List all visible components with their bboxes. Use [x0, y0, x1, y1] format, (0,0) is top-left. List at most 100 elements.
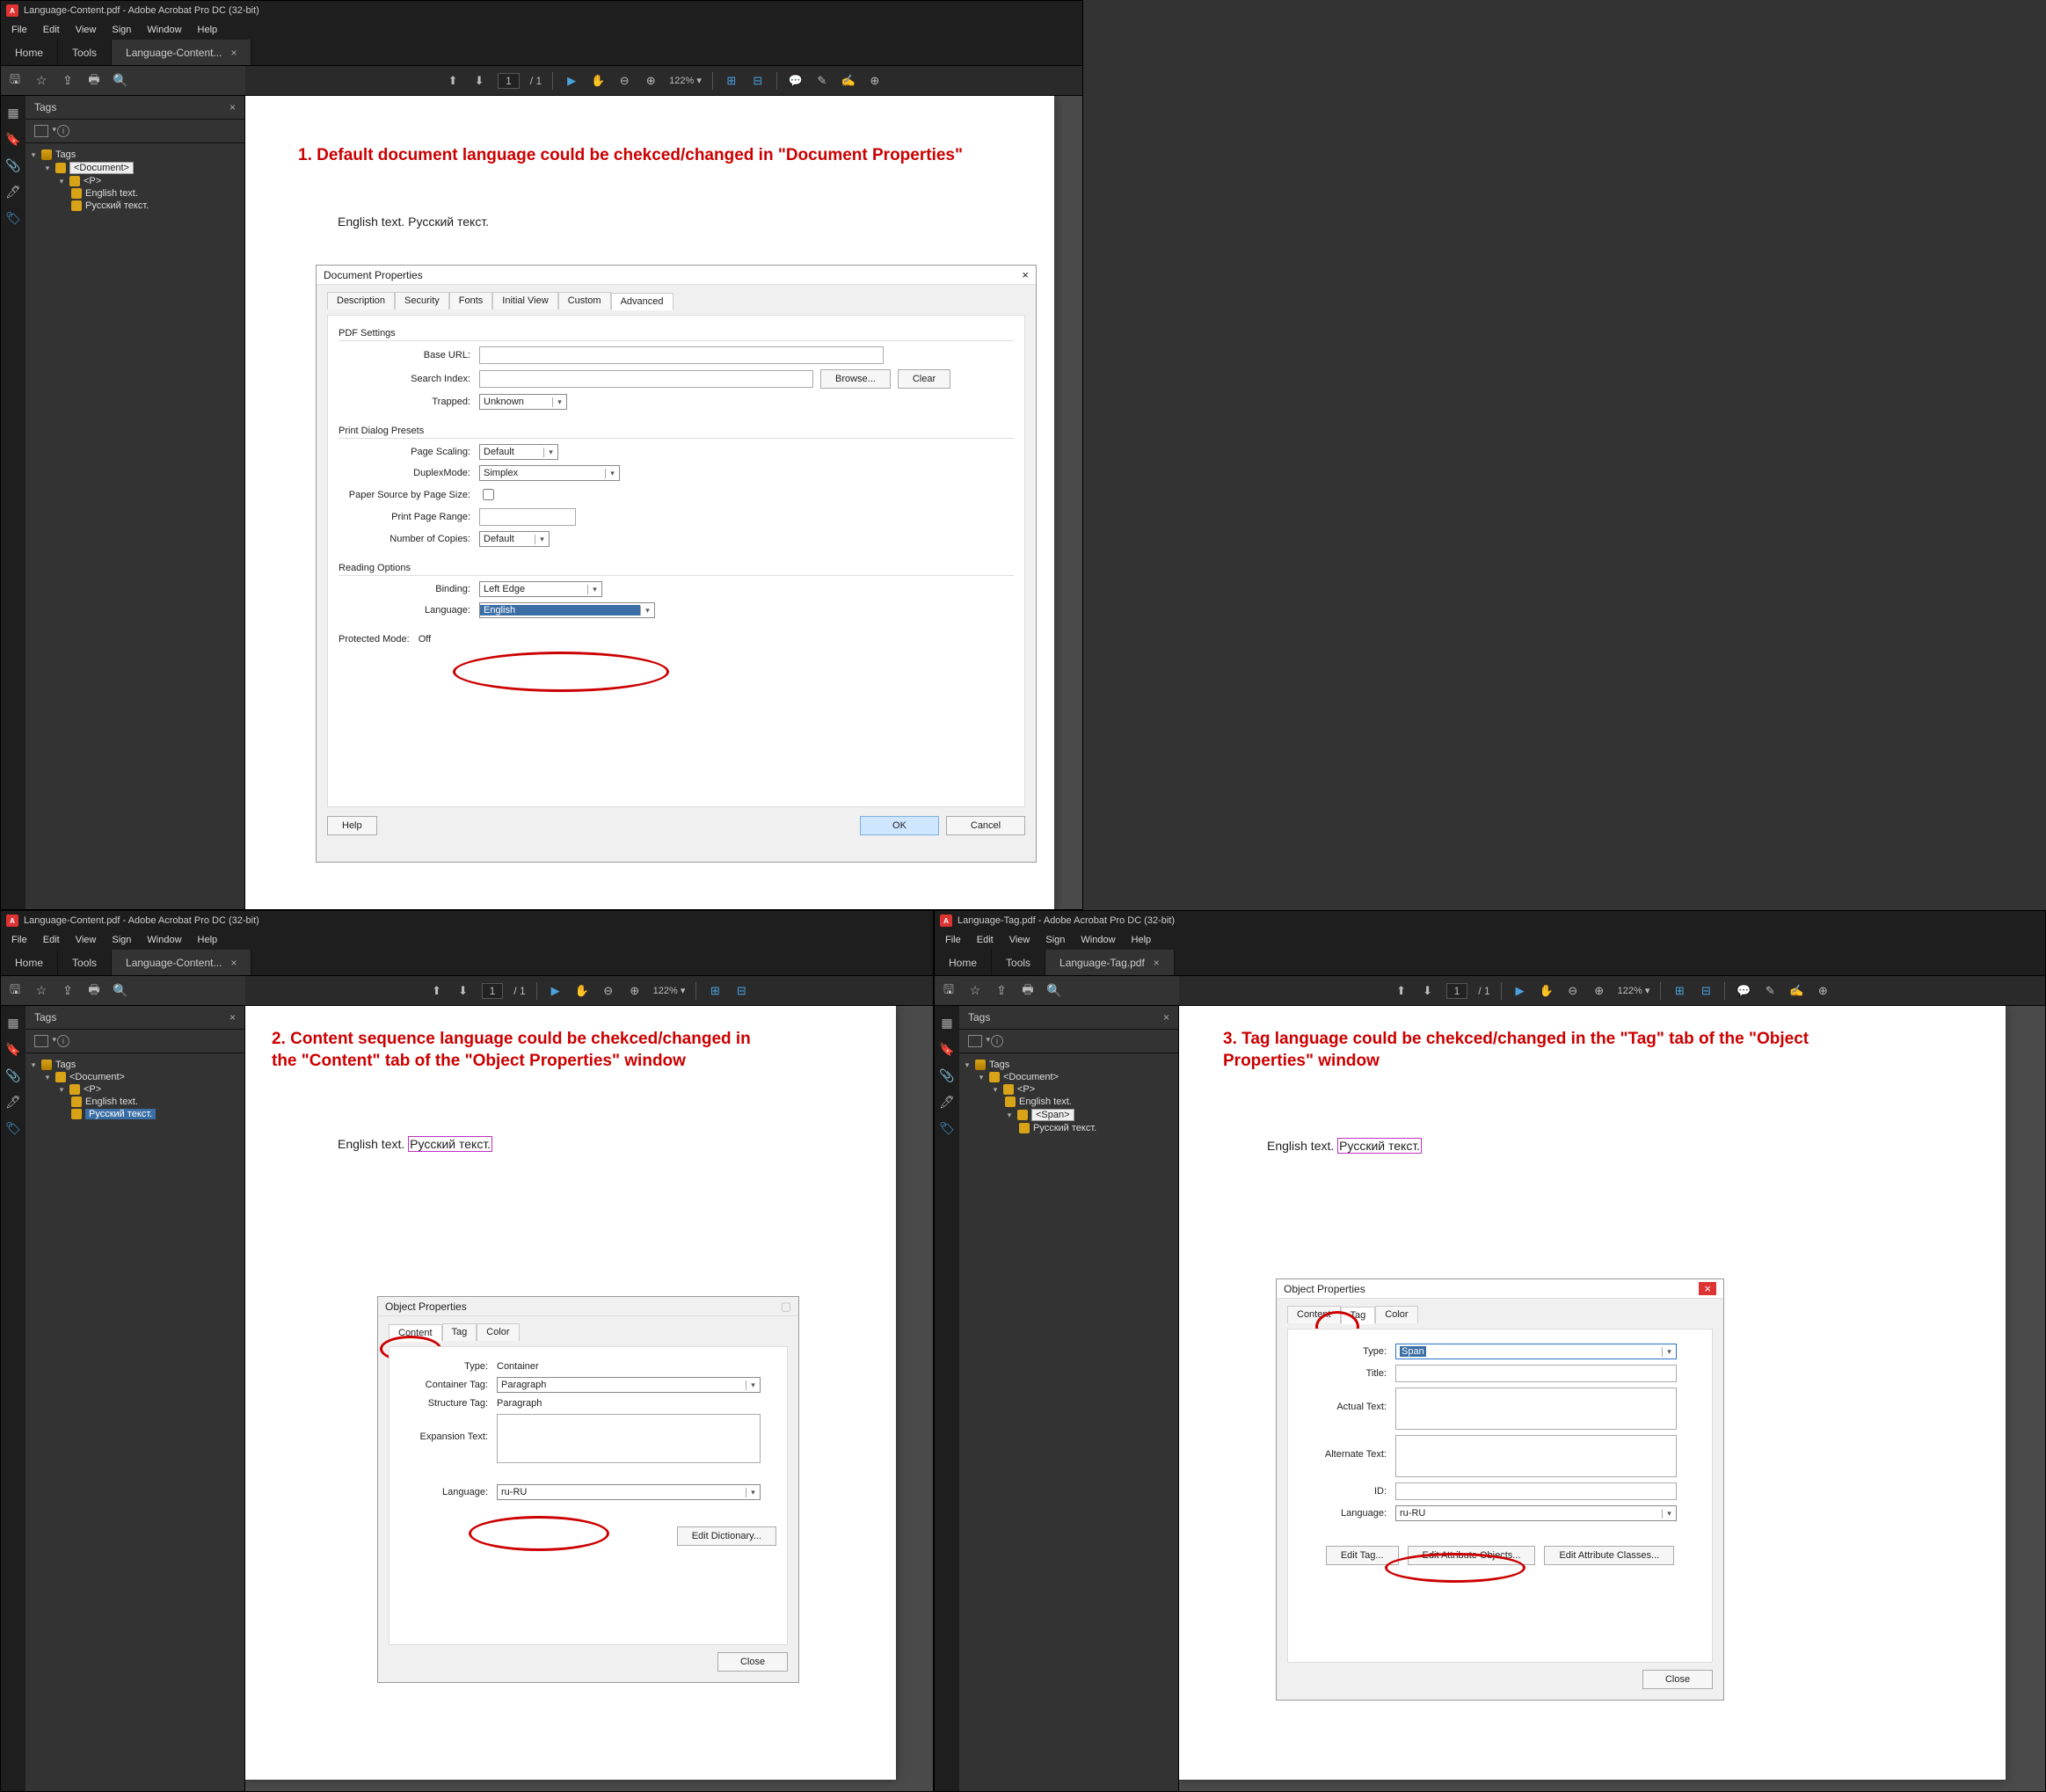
thumbnails-icon[interactable]: ▦	[5, 105, 21, 120]
tree-document[interactable]: <Document>	[69, 162, 134, 174]
menu-view[interactable]: View	[1002, 933, 1038, 947]
panel-close-icon[interactable]: ×	[229, 101, 236, 113]
panel-options-icon[interactable]	[34, 125, 48, 137]
tab-close-icon[interactable]: ×	[1154, 957, 1160, 969]
dialog-close-icon[interactable]: ×	[1699, 1282, 1716, 1295]
tab-tools[interactable]: Tools	[58, 40, 112, 65]
menu-sign[interactable]: Sign	[105, 23, 138, 37]
attachments-icon[interactable]: 📎	[5, 157, 21, 173]
reading-order-icon[interactable]: ⊞	[724, 73, 739, 89]
zoom-in-icon[interactable]: ⊕	[643, 73, 659, 89]
tab-custom[interactable]: Custom	[558, 292, 611, 310]
tree-root[interactable]: Tags	[55, 1060, 76, 1070]
stamp-icon[interactable]: ⊕	[867, 73, 883, 89]
tree-root[interactable]: Tags	[55, 149, 76, 160]
zoom-out-icon[interactable]: ⊖	[1565, 983, 1581, 999]
tag-tool-icon[interactable]: ⊟	[1698, 983, 1714, 999]
input-page-range[interactable]	[479, 508, 576, 526]
tab-home[interactable]: Home	[935, 950, 992, 975]
thumbnails-icon[interactable]: ▦	[939, 1015, 955, 1031]
tab-color[interactable]: Color	[477, 1323, 519, 1341]
highlight-icon[interactable]: ✎	[814, 73, 830, 89]
bookmarks-icon[interactable]: 🔖	[5, 1041, 21, 1057]
select-trapped[interactable]: Unknown▾	[479, 394, 567, 410]
ok-button[interactable]: OK	[860, 816, 939, 835]
zoom-out-icon[interactable]: ⊖	[601, 983, 616, 999]
select-page-scaling[interactable]: Default▾	[479, 444, 558, 460]
tab-description[interactable]: Description	[327, 292, 395, 310]
select-container-tag[interactable]: Paragraph▾	[497, 1377, 761, 1393]
menu-view[interactable]: View	[69, 23, 104, 37]
tab-home[interactable]: Home	[1, 40, 58, 65]
save-icon[interactable]: 🖫	[942, 984, 956, 998]
cancel-button[interactable]: Cancel	[946, 816, 1025, 835]
page-number[interactable]: 1	[482, 983, 504, 999]
tree-leaf-selected[interactable]: Русский текст.	[85, 1109, 156, 1119]
print-icon[interactable]: 🖶	[1021, 984, 1035, 998]
menu-help[interactable]: Help	[1125, 933, 1159, 947]
tags-icon[interactable]: 🏷	[5, 210, 21, 226]
page-down-icon[interactable]: ⬇	[1420, 983, 1436, 999]
page-number[interactable]: 1	[498, 73, 520, 89]
browse-button[interactable]: Browse...	[820, 369, 891, 389]
tree-span-selected[interactable]: <Span>	[1031, 1109, 1074, 1121]
hand-tool-icon[interactable]: ✋	[590, 73, 606, 89]
menu-help[interactable]: Help	[191, 933, 225, 947]
tab-document[interactable]: Language-Content...×	[112, 950, 251, 975]
panel-info-icon[interactable]: i	[991, 1035, 1003, 1047]
tab-fonts[interactable]: Fonts	[449, 292, 493, 310]
menu-edit[interactable]: Edit	[970, 933, 1001, 947]
page-up-icon[interactable]: ⬆	[1394, 983, 1409, 999]
zoom-in-icon[interactable]: ⊕	[1591, 983, 1607, 999]
attachments-icon[interactable]: 📎	[939, 1067, 955, 1083]
share-icon[interactable]: ⇪	[61, 74, 75, 88]
sign-icon[interactable]: ✍	[1788, 983, 1804, 999]
highlight-icon[interactable]: ✎	[1762, 983, 1778, 999]
tree-leaf[interactable]: English text.	[1019, 1096, 1072, 1107]
help-button[interactable]: Help	[327, 816, 377, 835]
search-icon[interactable]: 🔍	[113, 984, 127, 998]
signatures-icon[interactable]: 🖊	[5, 184, 21, 200]
edit-dictionary-button[interactable]: Edit Dictionary...	[677, 1526, 776, 1546]
tab-advanced[interactable]: Advanced	[611, 293, 674, 310]
select-language[interactable]: ru-RU▾	[497, 1484, 761, 1500]
select-tool-icon[interactable]: ▶	[548, 983, 564, 999]
menu-file[interactable]: File	[4, 23, 34, 37]
menu-edit[interactable]: Edit	[36, 23, 67, 37]
search-icon[interactable]: 🔍	[113, 74, 127, 88]
zoom-level[interactable]: 122% ▾	[669, 75, 702, 86]
print-icon[interactable]: 🖶	[87, 984, 101, 998]
zoom-in-icon[interactable]: ⊕	[627, 983, 643, 999]
page-number[interactable]: 1	[1446, 983, 1468, 999]
panel-close-icon[interactable]: ×	[229, 1011, 236, 1023]
zoom-level[interactable]: 122% ▾	[653, 985, 686, 996]
tree-document[interactable]: <Document>	[1003, 1072, 1059, 1082]
menu-help[interactable]: Help	[191, 23, 225, 37]
comment-icon[interactable]: 💬	[788, 73, 804, 89]
tab-security[interactable]: Security	[395, 292, 449, 310]
tree-root[interactable]: Tags	[989, 1060, 1009, 1070]
select-language[interactable]: English▾	[479, 602, 655, 618]
input-actual-text[interactable]	[1395, 1388, 1677, 1430]
menu-file[interactable]: File	[938, 933, 968, 947]
tab-close-icon[interactable]: ×	[230, 47, 237, 59]
star-icon[interactable]: ☆	[34, 984, 48, 998]
tab-close-icon[interactable]: ×	[230, 957, 237, 969]
reading-order-icon[interactable]: ⊞	[707, 983, 723, 999]
input-alternate-text[interactable]	[1395, 1435, 1677, 1477]
signatures-icon[interactable]: 🖊	[5, 1094, 21, 1110]
menu-window[interactable]: Window	[140, 23, 188, 37]
input-base-url[interactable]	[479, 346, 884, 364]
tab-tools[interactable]: Tools	[992, 950, 1045, 975]
panel-info-icon[interactable]: i	[57, 125, 69, 137]
tags-icon[interactable]: 🏷	[939, 1120, 955, 1136]
tab-document[interactable]: Language-Content... ×	[112, 40, 251, 65]
print-icon[interactable]: 🖶	[87, 74, 101, 88]
share-icon[interactable]: ⇪	[61, 984, 75, 998]
panel-close-icon[interactable]: ×	[1163, 1011, 1169, 1023]
thumbnails-icon[interactable]: ▦	[5, 1015, 21, 1031]
zoom-out-icon[interactable]: ⊖	[616, 73, 632, 89]
select-language[interactable]: ru-RU▾	[1395, 1505, 1677, 1521]
tags-tree[interactable]: ▾Tags ▾<Document> ▾<P> English text. ▾<S…	[959, 1053, 1178, 1140]
hand-tool-icon[interactable]: ✋	[1539, 983, 1555, 999]
